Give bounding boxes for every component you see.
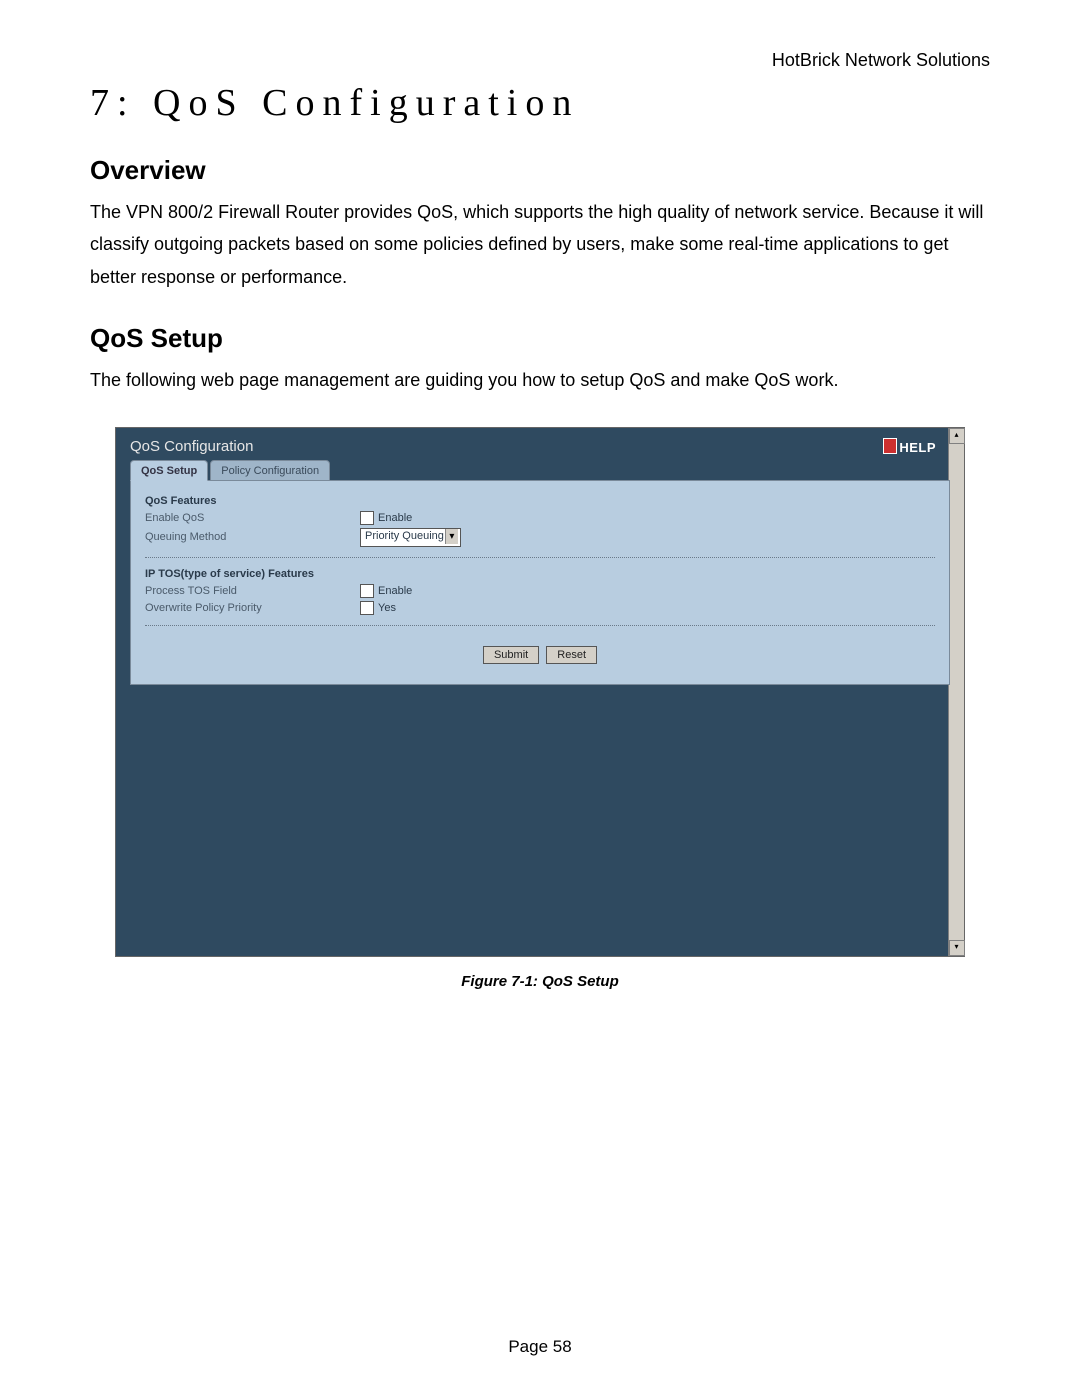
panel-title: QoS Configuration — [130, 438, 253, 455]
row-process-tos: Process TOS Field Enable — [145, 584, 935, 598]
overwrite-priority-checkbox-label: Yes — [378, 602, 396, 614]
process-tos-checkbox-label: Enable — [378, 585, 412, 597]
qos-config-screenshot: QoS Configuration HELP QoS Setup Policy … — [115, 427, 965, 957]
reset-button[interactable]: Reset — [546, 646, 597, 664]
row-overwrite-priority: Overwrite Policy Priority Yes — [145, 601, 935, 615]
tab-qos-setup[interactable]: QoS Setup — [130, 460, 208, 481]
queuing-method-select[interactable]: Priority Queuing — [360, 528, 461, 547]
section-overview-heading: Overview — [90, 155, 990, 186]
submit-button[interactable]: Submit — [483, 646, 539, 664]
enable-qos-checkbox-label: Enable — [378, 512, 412, 524]
ip-tos-features-label: IP TOS(type of service) Features — [145, 568, 935, 580]
chapter-title: 7: QoS Configuration — [90, 81, 990, 125]
qos-features-label: QoS Features — [145, 495, 935, 507]
overwrite-priority-checkbox[interactable] — [360, 601, 374, 615]
overview-body-text: The VPN 800/2 Firewall Router provides Q… — [90, 196, 990, 293]
vertical-scrollbar[interactable]: ▴ ▾ — [948, 428, 964, 956]
divider — [145, 557, 935, 558]
qos-setup-body-text: The following web page management are gu… — [90, 364, 990, 396]
config-panel: QoS Features Enable QoS Enable Queuing M… — [130, 480, 950, 685]
tab-policy-configuration[interactable]: Policy Configuration — [210, 460, 330, 481]
queuing-method-label: Queuing Method — [145, 531, 360, 543]
page-number: Page 58 — [0, 1337, 1080, 1357]
row-enable-qos: Enable QoS Enable — [145, 511, 935, 525]
scroll-down-icon[interactable]: ▾ — [949, 940, 965, 956]
scroll-up-icon[interactable]: ▴ — [949, 428, 965, 444]
overwrite-priority-label: Overwrite Policy Priority — [145, 602, 360, 614]
help-label: HELP — [899, 440, 936, 455]
process-tos-checkbox[interactable] — [360, 584, 374, 598]
enable-qos-checkbox[interactable] — [360, 511, 374, 525]
document-page: HotBrick Network Solutions 7: QoS Config… — [0, 0, 1080, 1397]
help-link[interactable]: HELP — [883, 438, 936, 455]
enable-qos-label: Enable QoS — [145, 512, 360, 524]
company-name: HotBrick Network Solutions — [90, 50, 990, 71]
divider-2 — [145, 625, 935, 626]
button-row: Submit Reset — [145, 646, 935, 664]
panel-header: QoS Configuration HELP — [116, 428, 964, 459]
row-queuing-method: Queuing Method Priority Queuing — [145, 528, 935, 547]
process-tos-label: Process TOS Field — [145, 585, 360, 597]
help-icon — [883, 438, 897, 454]
tab-row: QoS Setup Policy Configuration — [116, 459, 964, 480]
section-qos-setup-heading: QoS Setup — [90, 323, 990, 354]
figure-caption: Figure 7-1: QoS Setup — [90, 973, 990, 990]
